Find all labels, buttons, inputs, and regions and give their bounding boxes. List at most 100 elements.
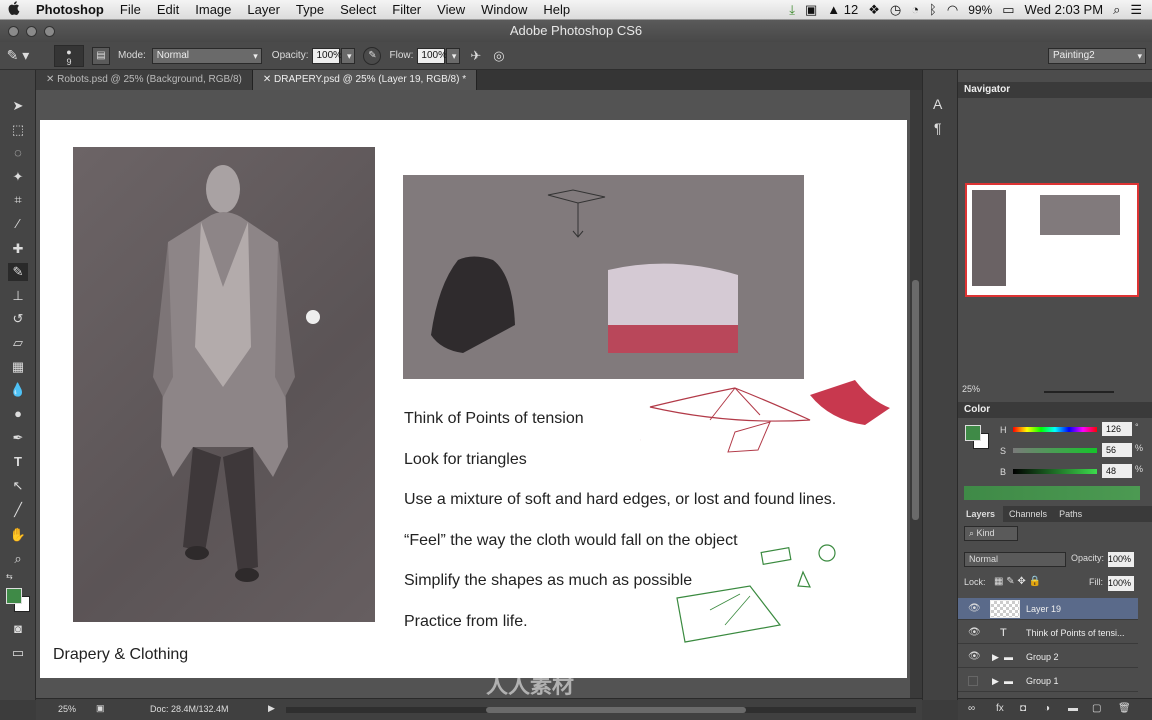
canvas-area[interactable]: Think of Points of tension Look for tria… bbox=[36, 90, 910, 698]
clock[interactable]: Wed 2:03 PM bbox=[1025, 2, 1104, 17]
layer-filter-kind[interactable]: ⌕ Kind bbox=[964, 526, 1018, 541]
tab-drapery[interactable]: ✕ DRAPERY.psd @ 25% (Layer 19, RGB/8) * bbox=[252, 70, 478, 90]
link-layers-icon[interactable]: ∞ bbox=[968, 703, 975, 714]
visibility-eye-icon[interactable]: 👁 bbox=[968, 622, 981, 644]
apple-menu-icon[interactable] bbox=[0, 1, 28, 18]
lock-icons[interactable]: ▦ ✎ ✥ 🔒 bbox=[994, 576, 1041, 587]
close-tab-icon[interactable]: ✕ bbox=[263, 74, 274, 85]
dodge-tool-icon[interactable]: ● bbox=[8, 405, 28, 423]
saturation-field[interactable]: 56 bbox=[1102, 443, 1132, 457]
blend-mode-select[interactable]: Normal bbox=[964, 552, 1066, 567]
quick-selection-tool-icon[interactable]: ✦ bbox=[8, 168, 28, 186]
adobe-updates-icon[interactable]: ▲ 12 bbox=[827, 2, 858, 17]
eyedropper-tool-icon[interactable]: ⁄ bbox=[8, 215, 28, 233]
minimize-window-button[interactable] bbox=[26, 26, 37, 37]
eraser-tool-icon[interactable]: ▱ bbox=[8, 334, 28, 352]
close-window-button[interactable] bbox=[8, 26, 19, 37]
foreground-color-swatch[interactable] bbox=[6, 588, 22, 604]
new-group-icon[interactable]: ▬ bbox=[1068, 703, 1078, 714]
opacity-field[interactable]: 100% bbox=[312, 47, 342, 64]
spotlight-search-icon[interactable]: ⌕ bbox=[1113, 2, 1120, 18]
brush-tool-preset-icon[interactable]: ✎ ▾ bbox=[0, 47, 36, 64]
tab-robots[interactable]: ✕ Robots.psd @ 25% (Background, RGB/8) bbox=[36, 70, 253, 90]
layer-row[interactable]: 👁 T Think of Points of tensi... bbox=[958, 622, 1138, 644]
pressure-size-icon[interactable]: ◎ bbox=[493, 48, 504, 64]
layer-row[interactable]: ▶ ▬ Group 1 bbox=[958, 670, 1138, 692]
adjustment-layer-icon[interactable]: ◑ bbox=[1044, 703, 1050, 714]
expand-arrow-icon[interactable]: ▶ bbox=[992, 646, 999, 668]
close-tab-icon[interactable]: ✕ bbox=[46, 74, 57, 85]
battery-icon[interactable]: ▭ bbox=[1002, 2, 1014, 18]
flow-field[interactable]: 100% bbox=[417, 47, 447, 64]
screen-mode-icon[interactable]: ▭ bbox=[8, 644, 28, 662]
alarm-icon[interactable]: ◔ bbox=[911, 2, 919, 17]
menu-type[interactable]: Type bbox=[288, 2, 332, 17]
expand-arrow-icon[interactable]: ▶ bbox=[992, 670, 999, 692]
menu-view[interactable]: View bbox=[429, 2, 473, 17]
battery-text[interactable]: 99% bbox=[968, 3, 992, 17]
healing-brush-tool-icon[interactable]: ✚ bbox=[8, 240, 28, 258]
scroll-thumb[interactable] bbox=[912, 280, 919, 520]
brightness-field[interactable]: 48 bbox=[1102, 464, 1132, 478]
navigator-zoom-slider[interactable] bbox=[1044, 391, 1114, 393]
airbrush-icon[interactable]: ✈ bbox=[470, 48, 481, 64]
tab-layers[interactable]: Layers bbox=[958, 506, 1004, 522]
clone-stamp-tool-icon[interactable]: ⊥ bbox=[8, 287, 28, 305]
color-panel-header[interactable]: Color bbox=[958, 402, 1152, 418]
history-brush-tool-icon[interactable]: ↺ bbox=[8, 310, 28, 328]
time-machine-icon[interactable]: ◷ bbox=[890, 2, 901, 18]
tab-channels[interactable]: Channels bbox=[1003, 506, 1053, 522]
gradient-tool-icon[interactable]: ▦ bbox=[8, 358, 28, 376]
navigator-header[interactable]: Navigator bbox=[958, 82, 1152, 98]
character-panel-icon[interactable]: A bbox=[933, 96, 942, 112]
mode-select[interactable]: Normal bbox=[151, 47, 262, 64]
fill-field[interactable]: 100% bbox=[1108, 576, 1134, 591]
opacity-dropdown[interactable] bbox=[341, 47, 356, 64]
new-layer-icon[interactable]: ▢ bbox=[1092, 703, 1101, 714]
camera-icon[interactable]: ▣ bbox=[805, 2, 817, 18]
saturation-slider[interactable] bbox=[1013, 448, 1097, 453]
menu-file[interactable]: File bbox=[112, 2, 149, 17]
h-scroll-thumb[interactable] bbox=[486, 707, 746, 713]
layer-opacity-field[interactable]: 100% bbox=[1108, 552, 1134, 567]
marquee-tool-icon[interactable]: ⬚ bbox=[8, 121, 28, 139]
navigator-zoom[interactable]: 25% bbox=[962, 384, 980, 394]
brush-tool-icon[interactable]: ✎ bbox=[8, 263, 28, 281]
status-share-icon[interactable]: ▣ bbox=[96, 703, 105, 714]
hand-tool-icon[interactable]: ✋ bbox=[8, 526, 28, 544]
layer-row[interactable]: 👁 Layer 19 bbox=[958, 598, 1138, 620]
hue-slider[interactable] bbox=[1013, 427, 1097, 432]
paragraph-panel-icon[interactable]: ¶ bbox=[934, 120, 942, 136]
pen-tool-icon[interactable]: ✒ bbox=[8, 429, 28, 447]
status-zoom[interactable]: 25% bbox=[58, 704, 76, 714]
quick-mask-icon[interactable]: ◙ bbox=[8, 620, 28, 638]
vertical-scrollbar[interactable] bbox=[910, 90, 922, 698]
add-mask-icon[interactable]: ◘ bbox=[1020, 703, 1026, 714]
blur-tool-icon[interactable]: 💧 bbox=[8, 381, 28, 399]
brush-panel-toggle-icon[interactable]: ▤ bbox=[92, 46, 110, 65]
document-canvas[interactable]: Think of Points of tension Look for tria… bbox=[40, 120, 907, 678]
brightness-slider[interactable] bbox=[1013, 469, 1097, 474]
swap-colors-icon[interactable]: ⇆ bbox=[6, 572, 13, 581]
lasso-tool-icon[interactable]: ◌ bbox=[8, 144, 28, 162]
path-selection-tool-icon[interactable]: ↖ bbox=[8, 477, 28, 495]
layer-style-icon[interactable]: fx bbox=[996, 703, 1004, 714]
status-menu-arrow-icon[interactable]: ▶ bbox=[268, 703, 275, 714]
menu-select[interactable]: Select bbox=[332, 2, 384, 17]
tab-paths[interactable]: Paths bbox=[1053, 506, 1088, 522]
brush-size-picker[interactable]: ● 9 bbox=[54, 44, 84, 67]
dropbox-icon[interactable]: ❖ bbox=[868, 2, 880, 18]
layer-row[interactable]: 👁 ▶ ▬ Group 2 bbox=[958, 646, 1138, 668]
visibility-box[interactable] bbox=[968, 676, 978, 686]
color-fg-swatch[interactable] bbox=[965, 425, 981, 441]
visibility-eye-icon[interactable]: 👁 bbox=[968, 646, 981, 668]
flow-dropdown[interactable] bbox=[446, 47, 461, 64]
notification-list-icon[interactable]: ☰ bbox=[1130, 2, 1142, 18]
menu-edit[interactable]: Edit bbox=[149, 2, 187, 17]
workspace-switcher[interactable]: Painting2 bbox=[1048, 47, 1146, 64]
menu-help[interactable]: Help bbox=[535, 2, 578, 17]
menu-image[interactable]: Image bbox=[187, 2, 239, 17]
pressure-opacity-icon[interactable]: ✎ bbox=[363, 46, 382, 65]
menu-window[interactable]: Window bbox=[473, 2, 535, 17]
hue-field[interactable]: 126 bbox=[1102, 422, 1132, 436]
